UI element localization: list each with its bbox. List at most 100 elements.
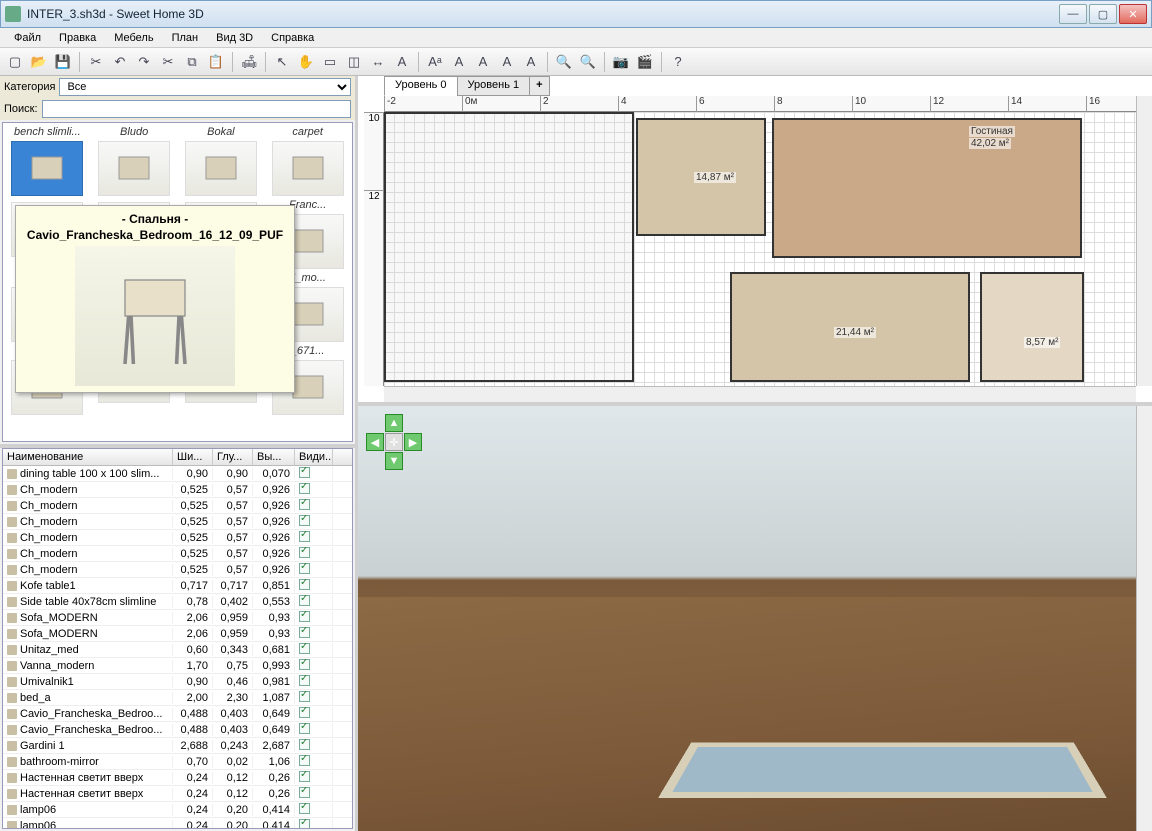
checkbox-icon[interactable] [299, 515, 310, 526]
plan-scrollbar-v[interactable] [1136, 96, 1152, 386]
cell-visible[interactable] [295, 531, 333, 545]
table-row[interactable]: Vanna_modern1,700,750,993 [3, 658, 352, 674]
select-icon[interactable]: ↖ [271, 51, 293, 73]
nav-up[interactable]: ▲ [385, 414, 403, 432]
cell-visible[interactable] [295, 643, 333, 657]
table-row[interactable]: Sofa_MODERN2,060,9590,93 [3, 610, 352, 626]
checkbox-icon[interactable] [299, 643, 310, 654]
table-row[interactable]: Side table 40x78cm slimline0,780,4020,55… [3, 594, 352, 610]
catalog-item[interactable]: Bludo [92, 125, 177, 196]
help-icon[interactable]: ? [667, 51, 689, 73]
plan-scrollbar-h[interactable] [384, 386, 1136, 402]
text-icon[interactable]: A [391, 51, 413, 73]
cell-visible[interactable] [295, 659, 333, 673]
pan-icon[interactable]: ✋ [295, 51, 317, 73]
save-icon[interactable]: 💾 [52, 51, 74, 73]
cell-visible[interactable] [295, 771, 333, 785]
wall-icon[interactable]: ▭ [319, 51, 341, 73]
table-row[interactable]: Sofa_MODERN2,060,9590,93 [3, 626, 352, 642]
furniture-catalog[interactable]: bench slimli...BludoBokalcarpetFranc...C… [2, 122, 353, 442]
add-furniture-icon[interactable]: 🛋 [238, 51, 260, 73]
menu-Справка[interactable]: Справка [263, 30, 322, 46]
plan-room[interactable] [772, 118, 1082, 258]
paste-icon[interactable]: 📋 [205, 51, 227, 73]
nav-left[interactable]: ◀ [366, 433, 384, 451]
menu-Файл[interactable]: Файл [6, 30, 49, 46]
checkbox-icon[interactable] [299, 467, 310, 478]
table-row[interactable]: Настенная светит вверх0,240,120,26 [3, 786, 352, 802]
italic-icon[interactable]: A [520, 51, 542, 73]
checkbox-icon[interactable] [299, 595, 310, 606]
cell-visible[interactable] [295, 579, 333, 593]
checkbox-icon[interactable] [299, 483, 310, 494]
cell-visible[interactable] [295, 515, 333, 529]
cell-visible[interactable] [295, 755, 333, 769]
table-row[interactable]: Cavio_Francheska_Bedroo...0,4880,4030,64… [3, 722, 352, 738]
checkbox-icon[interactable] [299, 579, 310, 590]
checkbox-icon[interactable] [299, 739, 310, 750]
cell-visible[interactable] [295, 723, 333, 737]
nav-down[interactable]: ▼ [385, 452, 403, 470]
menu-Вид 3D[interactable]: Вид 3D [208, 30, 261, 46]
cell-visible[interactable] [295, 483, 333, 497]
checkbox-icon[interactable] [299, 787, 310, 798]
cell-visible[interactable] [295, 675, 333, 689]
level-tab[interactable]: Уровень 1 [457, 76, 531, 96]
table-row[interactable]: Ch_modern0,5250,570,926 [3, 530, 352, 546]
catalog-item[interactable]: bench slimli... [5, 125, 90, 196]
checkbox-icon[interactable] [299, 723, 310, 734]
checkbox-icon[interactable] [299, 675, 310, 686]
table-row[interactable]: lamp060,240,200,414 [3, 818, 352, 828]
table-row[interactable]: dining table 100 x 100 slim...0,900,900,… [3, 466, 352, 482]
cell-visible[interactable] [295, 547, 333, 561]
minimize-button[interactable]: — [1059, 4, 1087, 24]
table-row[interactable]: Ch_modern0,5250,570,926 [3, 482, 352, 498]
category-select[interactable]: Все [59, 78, 351, 96]
checkbox-icon[interactable] [299, 499, 310, 510]
cell-visible[interactable] [295, 627, 333, 641]
checkbox-icon[interactable] [299, 547, 310, 558]
table-row[interactable]: Ch_modern0,5250,570,926 [3, 514, 352, 530]
checkbox-icon[interactable] [299, 803, 310, 814]
col-width[interactable]: Ши... [173, 449, 213, 465]
redo-icon[interactable]: ↷ [133, 51, 155, 73]
checkbox-icon[interactable] [299, 691, 310, 702]
zoomout-icon[interactable]: 🔍 [577, 51, 599, 73]
catalog-item[interactable]: carpet [265, 125, 350, 196]
checkbox-icon[interactable] [299, 531, 310, 542]
plan-room[interactable] [384, 112, 634, 382]
nav-center[interactable]: ✛ [385, 433, 403, 451]
checkbox-icon[interactable] [299, 563, 310, 574]
room-icon[interactable]: ◫ [343, 51, 365, 73]
plan-canvas[interactable]: Гостиная42,02 м²14,87 м²21,44 м²8,57 м² [384, 112, 1136, 386]
checkbox-icon[interactable] [299, 707, 310, 718]
cut-icon[interactable]: ✂ [85, 51, 107, 73]
textbig-icon[interactable]: A [448, 51, 470, 73]
table-row[interactable]: Cavio_Francheska_Bedroo...0,4880,4030,64… [3, 706, 352, 722]
textsize-icon[interactable]: Aᵃ [424, 51, 446, 73]
photo-icon[interactable]: 📷 [610, 51, 632, 73]
plan-view[interactable]: Уровень 0Уровень 1+ -20м246810121416 101… [358, 76, 1152, 406]
table-row[interactable]: Ch_modern0,5250,570,926 [3, 546, 352, 562]
col-depth[interactable]: Глу... [213, 449, 253, 465]
dimension-icon[interactable]: ↔ [367, 51, 389, 73]
menu-Мебель[interactable]: Мебель [106, 30, 161, 46]
nav-right[interactable]: ▶ [404, 433, 422, 451]
table-row[interactable]: Gardini 12,6880,2432,687 [3, 738, 352, 754]
maximize-button[interactable]: ▢ [1089, 4, 1117, 24]
table-row[interactable]: Настенная светит вверх0,240,120,26 [3, 770, 352, 786]
cell-visible[interactable] [295, 467, 333, 481]
add-level-tab[interactable]: + [529, 76, 549, 96]
cell-visible[interactable] [295, 739, 333, 753]
table-row[interactable]: Umivalnik10,900,460,981 [3, 674, 352, 690]
checkbox-icon[interactable] [299, 771, 310, 782]
cell-visible[interactable] [295, 595, 333, 609]
textsmall-icon[interactable]: A [472, 51, 494, 73]
undo-icon[interactable]: ↶ [109, 51, 131, 73]
table-row[interactable]: Unitaz_med0,600,3430,681 [3, 642, 352, 658]
table-row[interactable]: Kofe table10,7170,7170,851 [3, 578, 352, 594]
table-row[interactable]: Ch_modern0,5250,570,926 [3, 562, 352, 578]
plan-room[interactable] [980, 272, 1084, 382]
checkbox-icon[interactable] [299, 755, 310, 766]
col-name[interactable]: Наименование [3, 449, 173, 465]
